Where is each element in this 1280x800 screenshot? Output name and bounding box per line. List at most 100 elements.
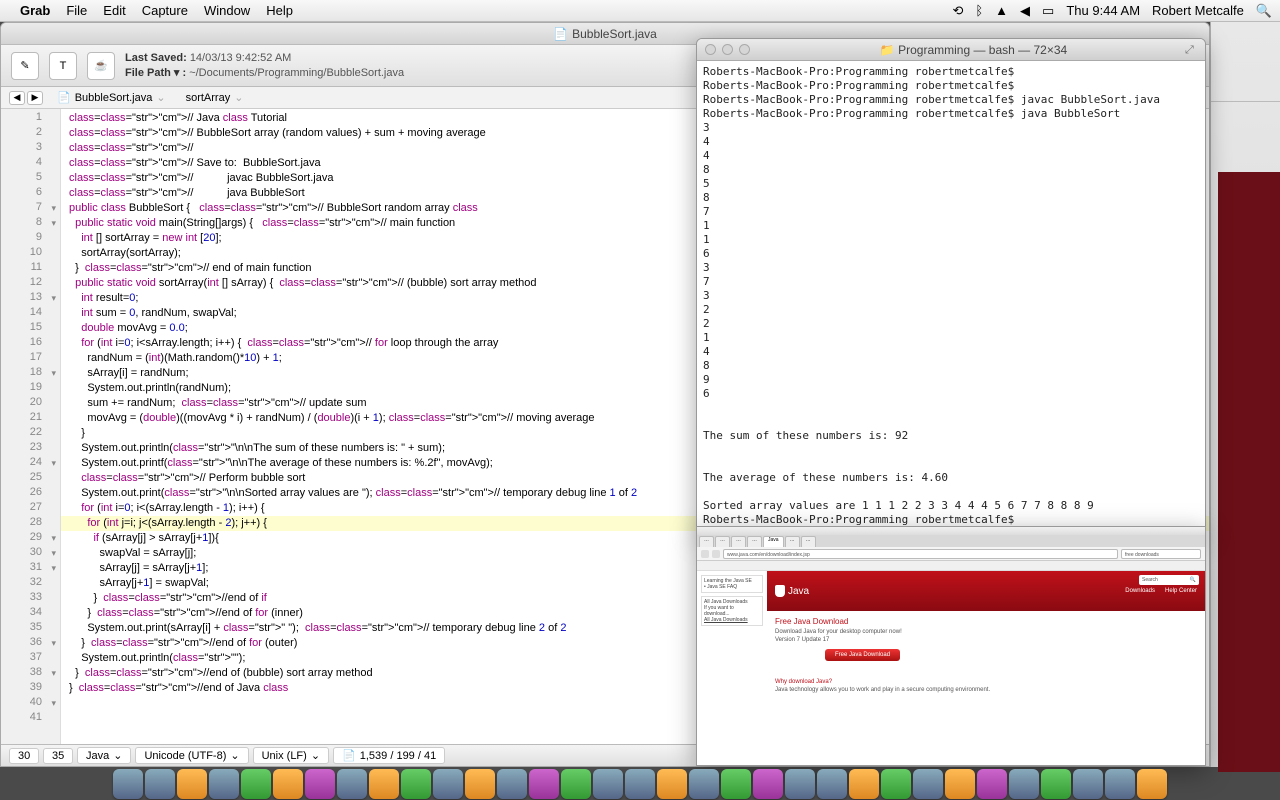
- terminal-window: 📁 Programming — bash — 72×34 ⤢ Roberts-M…: [696, 38, 1206, 536]
- dock-app[interactable]: [561, 769, 591, 799]
- terminal-body[interactable]: Roberts-MacBook-Pro:Programming robertme…: [697, 61, 1205, 535]
- dock-app[interactable]: [1041, 769, 1071, 799]
- dock-app[interactable]: [593, 769, 623, 799]
- spotlight-icon[interactable]: 🔍: [1256, 3, 1272, 19]
- dock-app[interactable]: [497, 769, 527, 799]
- minimize-icon[interactable]: [722, 44, 733, 55]
- dock-app[interactable]: [977, 769, 1007, 799]
- dock-app[interactable]: [1009, 769, 1039, 799]
- line-ending-selector[interactable]: Unix (LF) ⌄: [253, 747, 329, 764]
- text-style-icon[interactable]: T: [49, 52, 77, 80]
- download-button[interactable]: Free Java Download: [825, 649, 900, 661]
- volume-icon[interactable]: ◀: [1020, 3, 1030, 19]
- encoding-selector[interactable]: Unicode (UTF-8) ⌄: [135, 747, 248, 764]
- zoom-icon[interactable]: [739, 44, 750, 55]
- search-field[interactable]: free downloads: [1121, 549, 1201, 559]
- language-selector[interactable]: Java ⌄: [77, 747, 131, 764]
- browser-window: …………Java…… www.java.com/en/download/inde…: [696, 526, 1206, 766]
- dock-app[interactable]: [1105, 769, 1135, 799]
- clock[interactable]: Thu 9:44 AM: [1066, 3, 1140, 18]
- address-bar[interactable]: www.java.com/en/download/index.jsp: [723, 549, 1118, 559]
- crumb-function[interactable]: sortArray ⌄: [180, 91, 250, 104]
- dock-app[interactable]: [689, 769, 719, 799]
- browser-toolbar: www.java.com/en/download/index.jsp free …: [697, 547, 1205, 561]
- dock-app[interactable]: [785, 769, 815, 799]
- dock-app[interactable]: [913, 769, 943, 799]
- dock-app[interactable]: [113, 769, 143, 799]
- browser-menubar: [697, 527, 1205, 535]
- dock-app[interactable]: [241, 769, 271, 799]
- user-menu[interactable]: Robert Metcalfe: [1152, 3, 1244, 18]
- page-heading: Free Java Download: [775, 617, 1197, 626]
- page-text: Version 7 Update 17: [775, 637, 1197, 643]
- tab[interactable]: …: [785, 536, 800, 547]
- dock-app[interactable]: [465, 769, 495, 799]
- page-sidebar: Learning the Java SE• Java SE FAQ All Ja…: [697, 571, 767, 765]
- menu-help[interactable]: Help: [266, 3, 293, 18]
- dock-app[interactable]: [369, 769, 399, 799]
- nav-fwd-icon[interactable]: ▶: [27, 91, 43, 105]
- nav-help[interactable]: Help Center: [1165, 588, 1197, 594]
- dock-app[interactable]: [305, 769, 335, 799]
- dock-app[interactable]: [849, 769, 879, 799]
- dock-app[interactable]: [945, 769, 975, 799]
- cursor-col: 35: [43, 748, 73, 764]
- close-icon[interactable]: [705, 44, 716, 55]
- dock-app[interactable]: [177, 769, 207, 799]
- tab[interactable]: …: [699, 536, 714, 547]
- dock-app[interactable]: [753, 769, 783, 799]
- window-title: BubbleSort.java: [572, 23, 657, 45]
- dock-app[interactable]: [817, 769, 847, 799]
- hero-search[interactable]: Search: [1142, 575, 1158, 585]
- background-window: [1210, 22, 1280, 767]
- dock-app[interactable]: [529, 769, 559, 799]
- doc-stats: 📄 1,539 / 199 / 41: [333, 747, 445, 764]
- dock-app[interactable]: [209, 769, 239, 799]
- tab[interactable]: …: [715, 536, 730, 547]
- dock-app[interactable]: [433, 769, 463, 799]
- dock-app[interactable]: [337, 769, 367, 799]
- page-text: Java technology allows you to work and p…: [775, 687, 1197, 693]
- dock-app[interactable]: [657, 769, 687, 799]
- menu-capture[interactable]: Capture: [142, 3, 188, 18]
- forward-icon[interactable]: [712, 550, 720, 558]
- java-icon[interactable]: ☕: [87, 52, 115, 80]
- battery-icon[interactable]: ▭: [1042, 3, 1054, 19]
- dock-app[interactable]: [625, 769, 655, 799]
- app-menu[interactable]: Grab: [20, 3, 50, 18]
- dock-app[interactable]: [1073, 769, 1103, 799]
- cursor-row: 30: [9, 748, 39, 764]
- tab[interactable]: …: [731, 536, 746, 547]
- saved-label: Last Saved:: [125, 52, 187, 64]
- java-logo-icon: [775, 585, 785, 597]
- menu-edit[interactable]: Edit: [103, 3, 125, 18]
- wifi-icon[interactable]: ▲: [995, 3, 1008, 18]
- timemachine-icon[interactable]: ⟲: [952, 3, 963, 19]
- dock-app[interactable]: [401, 769, 431, 799]
- crumb-file[interactable]: 📄 BubbleSort.java ⌄: [51, 91, 172, 104]
- terminal-titlebar[interactable]: 📁 Programming — bash — 72×34 ⤢: [697, 39, 1205, 61]
- dock-app[interactable]: [145, 769, 175, 799]
- edit-icon[interactable]: ✎: [11, 52, 39, 80]
- dock-app[interactable]: [721, 769, 751, 799]
- tab-active[interactable]: Java: [763, 536, 784, 547]
- java-logo-text: Java: [788, 586, 809, 597]
- terminal-title: Programming — bash — 72×34: [898, 43, 1067, 57]
- bluetooth-icon[interactable]: ᛒ: [975, 3, 983, 18]
- line-gutter: 1234567▾8▾910111213▾1415161718▾192021222…: [1, 109, 61, 744]
- dock-app[interactable]: [1137, 769, 1167, 799]
- tab[interactable]: …: [801, 536, 816, 547]
- fullscreen-icon[interactable]: ⤢: [1185, 44, 1197, 56]
- saved-value: 14/03/13 9:42:52 AM: [190, 52, 292, 64]
- path-label: File Path ▾ :: [125, 67, 186, 79]
- nav-downloads[interactable]: Downloads: [1125, 588, 1155, 594]
- tab[interactable]: …: [747, 536, 762, 547]
- back-icon[interactable]: [701, 550, 709, 558]
- nav-back-icon[interactable]: ◀: [9, 91, 25, 105]
- menu-window[interactable]: Window: [204, 3, 250, 18]
- dock-app[interactable]: [273, 769, 303, 799]
- dock: [0, 766, 1280, 800]
- dock-app[interactable]: [881, 769, 911, 799]
- menubar: Grab File Edit Capture Window Help ⟲ ᛒ ▲…: [0, 0, 1280, 22]
- menu-file[interactable]: File: [66, 3, 87, 18]
